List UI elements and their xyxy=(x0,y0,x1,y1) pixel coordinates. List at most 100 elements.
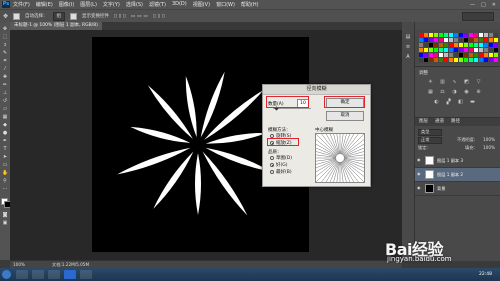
close-icon[interactable]: ✕ xyxy=(492,2,496,8)
tab-paths[interactable]: 路径 xyxy=(451,118,460,126)
color-swatch[interactable] xyxy=(439,38,443,42)
menu-item-9[interactable]: 窗口(W) xyxy=(216,1,235,8)
pen-tool-icon[interactable]: ✒ xyxy=(2,138,8,144)
color-swatch[interactable] xyxy=(449,33,453,37)
blur-tool-icon[interactable]: ◆ xyxy=(2,122,8,128)
lasso-tool-icon[interactable]: ↄ xyxy=(2,42,8,48)
color-swatch[interactable] xyxy=(484,58,488,62)
color-swatch[interactable] xyxy=(419,33,423,37)
quick-select-tool-icon[interactable]: ✎ xyxy=(2,50,8,56)
color-swatch[interactable] xyxy=(474,53,478,57)
color-swatch[interactable] xyxy=(449,43,453,47)
minimize-icon[interactable]: — xyxy=(470,2,475,8)
color-swatch[interactable] xyxy=(489,53,493,57)
dodge-tool-icon[interactable]: ● xyxy=(2,130,8,136)
color-swatch[interactable] xyxy=(474,43,478,47)
color-swatch[interactable] xyxy=(474,58,478,62)
color-swatch[interactable] xyxy=(479,58,483,62)
menu-item-3[interactable]: 图层(L) xyxy=(80,1,97,8)
color-swatch[interactable] xyxy=(459,53,463,57)
taskbar-app-photoshop[interactable] xyxy=(64,270,76,279)
color-swatch[interactable] xyxy=(449,53,453,57)
color-swatch[interactable] xyxy=(469,33,473,37)
path-select-tool-icon[interactable]: ➤ xyxy=(2,154,8,160)
color-swatch[interactable] xyxy=(434,38,438,42)
quality-best-radio[interactable] xyxy=(270,170,274,174)
marquee-tool-icon[interactable]: ⬚ xyxy=(2,34,8,40)
color-swatch[interactable] xyxy=(459,43,463,47)
clone-stamp-tool-icon[interactable]: ⊥ xyxy=(2,90,8,96)
color-swatch[interactable] xyxy=(459,33,463,37)
tab-channels[interactable]: 通道 xyxy=(435,118,444,126)
color-swatch[interactable] xyxy=(484,53,488,57)
color-swatch[interactable] xyxy=(464,48,468,52)
color-swatch[interactable] xyxy=(459,48,463,52)
color-swatch[interactable] xyxy=(454,43,458,47)
maximize-icon[interactable]: □ xyxy=(481,2,486,8)
eraser-tool-icon[interactable]: ▱ xyxy=(2,106,8,112)
quality-good-radio[interactable] xyxy=(270,163,274,167)
color-swatch[interactable] xyxy=(449,48,453,52)
menu-item-5[interactable]: 选择(S) xyxy=(126,1,143,8)
gradient-tool-icon[interactable]: ▦ xyxy=(2,114,8,120)
menu-item-0[interactable]: 文件(F) xyxy=(13,1,30,8)
color-swatch[interactable] xyxy=(469,38,473,42)
color-swatch[interactable] xyxy=(439,43,443,47)
tab-layers[interactable]: 图层 xyxy=(419,118,428,126)
color-swatch[interactable] xyxy=(454,53,458,57)
hue-icon[interactable]: ▦ xyxy=(427,89,434,96)
shape-tool-icon[interactable]: ▭ xyxy=(2,162,8,168)
color-swatch[interactable] xyxy=(474,48,478,52)
opacity-value[interactable]: 100% xyxy=(483,137,495,142)
document-tab[interactable]: 未标题-1 @ 100% (图层 1 副本, RGB/8) xyxy=(10,22,102,30)
color-swatch[interactable] xyxy=(454,48,458,52)
show-transform-checkbox[interactable] xyxy=(70,12,78,20)
quick-mask-icon[interactable]: ◙ xyxy=(2,212,8,218)
color-swatch[interactable] xyxy=(439,53,443,57)
color-swatch[interactable] xyxy=(429,48,433,52)
color-swatch[interactable] xyxy=(489,43,493,47)
auto-select-dropdown[interactable]: 组 xyxy=(52,11,66,21)
photo-filter-icon[interactable]: ◉ xyxy=(463,89,470,96)
menu-item-10[interactable]: 帮助(H) xyxy=(241,1,259,8)
color-swatch[interactable] xyxy=(494,53,498,57)
color-swatch[interactable] xyxy=(454,33,458,37)
color-swatch[interactable] xyxy=(464,53,468,57)
color-swatch[interactable] xyxy=(469,58,473,62)
color-swatch[interactable] xyxy=(434,33,438,37)
color-swatch[interactable] xyxy=(419,48,423,52)
color-swatch[interactable] xyxy=(419,38,423,42)
color-swatch[interactable] xyxy=(424,53,428,57)
start-button[interactable] xyxy=(2,270,11,279)
black-white-icon[interactable]: ◑ xyxy=(451,89,458,96)
taskbar-app-3[interactable] xyxy=(48,270,60,279)
color-swatch[interactable] xyxy=(439,58,443,62)
color-swatch[interactable] xyxy=(494,38,498,42)
menu-item-6[interactable]: 滤镜(T) xyxy=(149,1,166,8)
color-swatch[interactable] xyxy=(484,33,488,37)
healing-brush-tool-icon[interactable]: ✚ xyxy=(2,74,8,80)
color-swatch[interactable] xyxy=(474,33,478,37)
taskbar-app-1[interactable] xyxy=(16,270,28,279)
menu-item-2[interactable]: 图像(I) xyxy=(59,1,74,8)
color-swatch[interactable] xyxy=(439,48,443,52)
color-swatch[interactable] xyxy=(474,38,478,42)
posterize-icon[interactable]: ▞ xyxy=(445,99,452,106)
menu-item-1[interactable]: 编辑(E) xyxy=(36,1,53,8)
color-swatch[interactable] xyxy=(489,48,493,52)
color-swatch[interactable] xyxy=(479,33,483,37)
layer-row[interactable]: ◉ 图层 1 副本 2 xyxy=(415,168,500,182)
fill-value[interactable]: 100% xyxy=(483,145,495,150)
crop-tool-icon[interactable]: ⌗ xyxy=(2,58,8,64)
taskbar-app-5[interactable] xyxy=(80,270,92,279)
color-swatch[interactable] xyxy=(434,58,438,62)
color-swatch[interactable] xyxy=(419,53,423,57)
color-swatch[interactable] xyxy=(479,38,483,42)
channel-mixer-icon[interactable]: ⊕ xyxy=(475,89,482,96)
screen-mode-icon[interactable]: ▣ xyxy=(2,220,8,226)
levels-icon[interactable]: ▥ xyxy=(439,79,446,86)
workspace-dropdown[interactable] xyxy=(462,11,494,21)
color-swatch[interactable] xyxy=(449,58,453,62)
color-swatch[interactable] xyxy=(429,38,433,42)
menu-item-4[interactable]: 文字(Y) xyxy=(103,1,120,8)
